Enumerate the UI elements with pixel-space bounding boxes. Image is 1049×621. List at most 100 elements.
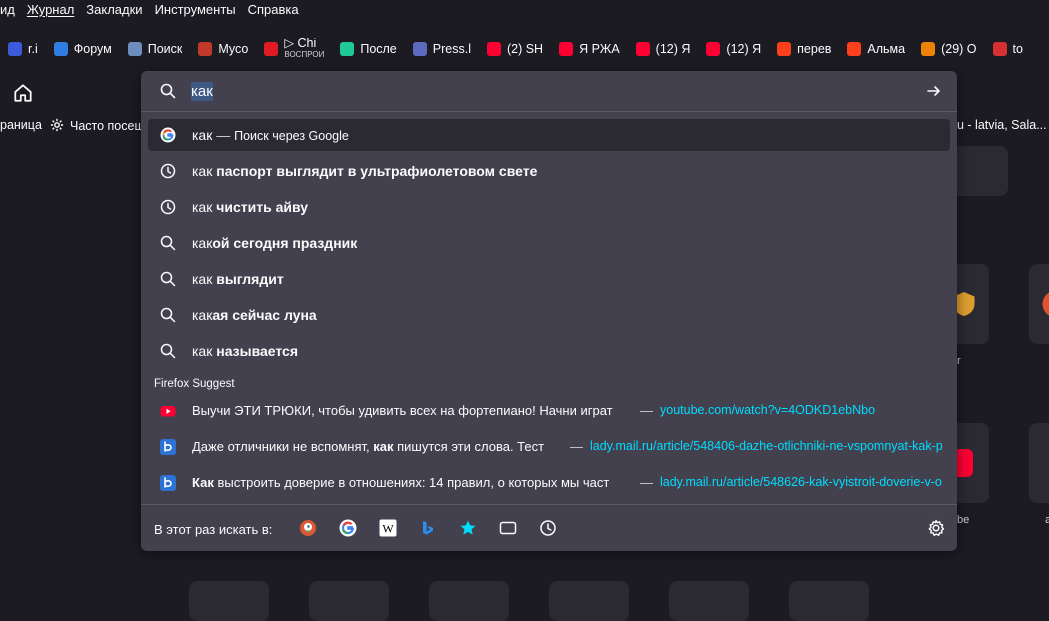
suggest-url: lady.mail.ru/article/548626-kak-vyistroi… [660, 475, 942, 489]
tab-label: Поиск [148, 42, 183, 56]
bg-tile-2[interactable] [1029, 264, 1049, 344]
result-prefix: как [192, 199, 212, 215]
bookmark-latvia[interactable]: u - latvia, Sala... [957, 118, 1047, 132]
tab-item[interactable]: to [985, 32, 1031, 66]
gear-icon[interactable] [927, 519, 945, 537]
bg-tile-label-2: be [957, 514, 969, 526]
result-row-search-engine[interactable]: как — Поиск через Google [148, 119, 950, 151]
bookmark-frequent-label: Часто посещ [70, 119, 145, 133]
bing-icon[interactable] [419, 519, 437, 537]
google-icon [160, 127, 176, 143]
clock-icon [160, 163, 176, 179]
tab-item[interactable]: Мусо [190, 32, 256, 66]
lady-mail-icon [160, 439, 176, 455]
bg-tile-4[interactable] [1029, 423, 1049, 503]
suggest-url: youtube.com/watch?v=4ODKD1ebNbo [660, 403, 875, 417]
tab-label: to [1013, 42, 1023, 56]
result-text: как паспорт выглядит в ультрафиолетовом … [192, 163, 537, 179]
tab-label: ▷ Chi [284, 38, 324, 49]
tab-favicon-icon [559, 42, 573, 56]
google-icon[interactable] [339, 519, 357, 537]
tab-favicon-icon [128, 42, 142, 56]
tab-item[interactable]: (2) SH [479, 32, 551, 66]
result-text: как называется [192, 343, 298, 359]
tab-label: После [360, 42, 396, 56]
bg-tile-label-3: a [1045, 514, 1049, 526]
clock-icon [160, 199, 176, 215]
tab-item[interactable]: r.i [0, 32, 46, 66]
star-icon[interactable] [459, 519, 477, 537]
clock-icon[interactable] [539, 519, 557, 537]
result-separator: — [216, 127, 230, 143]
suggest-row-youtube[interactable]: Выучи ЭТИ ТРЮКИ, чтобы удивить всех на ф… [148, 395, 950, 427]
result-row-suggestion[interactable]: какой сегодня праздник [148, 227, 950, 259]
lady-mail-icon [160, 475, 176, 491]
result-query: как [192, 127, 212, 143]
tab-favicon-icon [993, 42, 1007, 56]
home-icon[interactable] [12, 82, 34, 104]
result-prefix: как [192, 307, 212, 323]
tab-item[interactable]: Альма [839, 32, 913, 66]
bg-tile-6[interactable] [309, 581, 389, 621]
tab-favicon-icon [921, 42, 935, 56]
result-row-history[interactable]: как чистить айву [148, 191, 950, 223]
result-completion: ая сейчас луна [212, 307, 316, 323]
tab-label-group: ▷ ChiВОСПРОИ [284, 38, 324, 60]
tab-item[interactable]: Я РЖА [551, 32, 628, 66]
app-logo-icon [1041, 289, 1049, 319]
tab-label: Альма [867, 42, 905, 56]
tab-item[interactable]: (12) Я [698, 32, 769, 66]
search-icon [160, 83, 176, 99]
group-label-firefox-suggest: Firefox Suggest [154, 378, 235, 390]
bg-tile-5[interactable] [189, 581, 269, 621]
result-text: какой сегодня праздник [192, 235, 357, 251]
tab-item[interactable]: Поиск [120, 32, 191, 66]
tab-favicon-icon [413, 42, 427, 56]
tab-label: Я РЖА [579, 42, 620, 56]
menu-item-view[interactable]: ид [0, 2, 15, 17]
bg-tile-8[interactable] [549, 581, 629, 621]
suggest-title-match: как [373, 439, 393, 454]
tab-item[interactable]: (12) Я [628, 32, 699, 66]
suggest-title-part: выстроить доверие в отношениях: 14 прави… [214, 475, 609, 490]
duckduckgo-icon[interactable] [299, 519, 317, 537]
bg-tile-7[interactable] [429, 581, 509, 621]
bookmark-frequent[interactable]: Часто посещ [50, 118, 145, 133]
tab-favicon-icon [706, 42, 720, 56]
result-row-suggestion[interactable]: как выглядит [148, 263, 950, 295]
one-off-label: В этот раз искать в: [154, 522, 272, 537]
tab-item[interactable]: Press.l [405, 32, 479, 66]
result-completion: паспорт выглядит в ультрафиолетовом свет… [216, 163, 537, 179]
result-prefix: как [192, 343, 212, 359]
suggest-row-lady-mail[interactable]: Даже отличники не вспомнят, как пишутся … [148, 431, 950, 463]
menu-item-history[interactable]: Журнал [27, 2, 74, 17]
tab-favicon-icon [8, 42, 22, 56]
bg-tile-10[interactable] [789, 581, 869, 621]
result-prefix: как [192, 271, 212, 287]
tab-favicon-icon [847, 42, 861, 56]
tab-item[interactable]: После [332, 32, 404, 66]
result-row-suggestion[interactable]: как называется [148, 335, 950, 367]
menu-item-help[interactable]: Справка [248, 2, 299, 17]
menu-item-tools[interactable]: Инструменты [155, 2, 236, 17]
wikipedia-icon[interactable]: W [379, 519, 397, 537]
result-row-suggestion[interactable]: какая сейчас луна [148, 299, 950, 331]
bookmark-start-page[interactable]: раница [0, 118, 42, 132]
suggest-row-lady-mail[interactable]: Как выстроить доверие в отношениях: 14 п… [148, 467, 950, 499]
tab-label: Форум [74, 42, 112, 56]
tab-item[interactable]: ▷ ChiВОСПРОИ [256, 32, 332, 66]
search-icon [160, 343, 176, 359]
tab-item[interactable]: (29) О [913, 32, 984, 66]
tab-favicon-icon [54, 42, 68, 56]
tab-item[interactable]: Форум [46, 32, 120, 66]
arrow-right-icon[interactable] [926, 83, 942, 99]
result-row-history[interactable]: как паспорт выглядит в ультрафиолетовом … [148, 155, 950, 187]
menu-item-bookmarks[interactable]: Закладки [86, 2, 142, 17]
result-completion: называется [216, 343, 298, 359]
bg-tile-9[interactable] [669, 581, 749, 621]
tab-icon[interactable] [499, 519, 517, 537]
tab-label: r.i [28, 42, 38, 56]
tab-item[interactable]: перев [769, 32, 839, 66]
urlbar-input[interactable] [191, 81, 891, 101]
gear-icon [50, 118, 64, 132]
